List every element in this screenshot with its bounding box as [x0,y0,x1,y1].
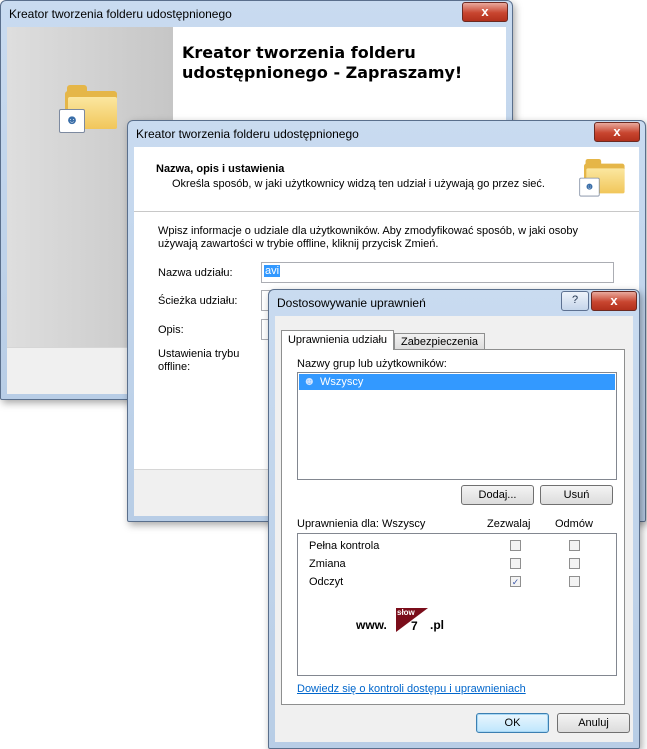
users-icon: ☻ [59,109,85,133]
permission-row: Zmiana [298,556,616,573]
group-name: Wszyscy [320,376,364,388]
allow-column-header: Zezwalaj [487,518,531,530]
window-title: Kreator tworzenia folderu udostępnionego [136,127,359,141]
permission-name: Zmiana [309,558,346,570]
groups-listbox[interactable]: ☻ Wszyscy [297,372,617,480]
watermark-prefix: www. [356,618,387,632]
users-icon: ☻ [579,177,600,197]
permission-row: Pełna kontrola [298,538,616,555]
list-item[interactable]: ☻ Wszyscy [299,374,615,390]
close-button[interactable]: x [594,122,640,142]
help-button[interactable]: ? [561,291,589,311]
dialog-title: Dostosowywanie uprawnień [277,296,426,310]
tab-page: Nazwy grup lub użytkowników: ☻ Wszyscy D… [281,349,625,705]
deny-column-header: Odmów [555,518,593,530]
groups-label: Nazwy grup lub użytkowników: [297,358,447,370]
cancel-button[interactable]: Anuluj [557,713,630,733]
share-path-label: Ścieżka udziału: [158,295,238,307]
add-button[interactable]: Dodaj... [461,485,534,505]
close-button[interactable]: x [591,291,637,311]
tab-security[interactable]: Zabezpieczenia [394,333,485,350]
share-name-value: avi [264,265,281,277]
dialog-body: Uprawnienia udziału Zabezpieczenia Nazwy… [275,316,633,742]
permissions-for-label: Uprawnienia dla: Wszyscy [297,518,426,530]
allow-checkbox-full-control[interactable] [510,540,521,551]
deny-checkbox-full-control[interactable] [569,540,580,551]
deny-checkbox-read[interactable] [569,576,580,587]
user-group-icon: ☻ [303,374,316,388]
allow-checkbox-change[interactable] [510,558,521,569]
offline-settings-label: Ustawienia trybu offline: [158,348,240,373]
permission-name: Odczyt [309,576,344,588]
ok-button[interactable]: OK [476,713,549,733]
welcome-heading: Kreator tworzenia folderu udostępnionego… [182,43,463,82]
title-bar[interactable]: Dostosowywanie uprawnień ? x [269,290,639,316]
shared-folder-icon: ☻ [579,159,625,197]
description-label: Opis: [158,324,184,336]
title-bar[interactable]: Kreator tworzenia folderu udostępnionego… [1,1,512,27]
help-link[interactable]: Dowiedz się o kontroli dostępu i uprawni… [297,683,526,695]
close-button[interactable]: x [462,2,508,22]
section-title: Nazwa, opis i ustawienia [156,163,285,175]
permissions-list: Pełna kontrola Zmiana Odczyt ✓ www. słow… [297,533,617,676]
watermark-suffix: .pl [430,618,444,632]
title-bar[interactable]: Kreator tworzenia folderu udostępnionego… [128,121,645,147]
watermark-logo: słow 7 [396,608,428,632]
share-name-input[interactable]: avi [261,262,614,283]
permissions-dialog: Dostosowywanie uprawnień ? x Uprawnienia… [268,289,640,749]
shared-folder-icon: ☻ [59,85,117,133]
instructions-text: Wpisz informacje o udziale dla użytkowni… [158,225,579,250]
tab-share-permissions[interactable]: Uprawnienia udziału [281,330,394,350]
deny-checkbox-change[interactable] [569,558,580,569]
section-description: Określa sposób, w jaki użytkownicy widzą… [172,178,545,190]
permission-row: Odczyt ✓ [298,574,616,591]
allow-checkbox-read[interactable]: ✓ [510,576,521,587]
permission-name: Pełna kontrola [309,540,380,552]
window-title: Kreator tworzenia folderu udostępnionego [9,7,232,21]
remove-button[interactable]: Usuń [540,485,613,505]
share-name-label: Nazwa udziału: [158,267,233,279]
header-banner: Nazwa, opis i ustawienia Określa sposób,… [134,147,639,212]
